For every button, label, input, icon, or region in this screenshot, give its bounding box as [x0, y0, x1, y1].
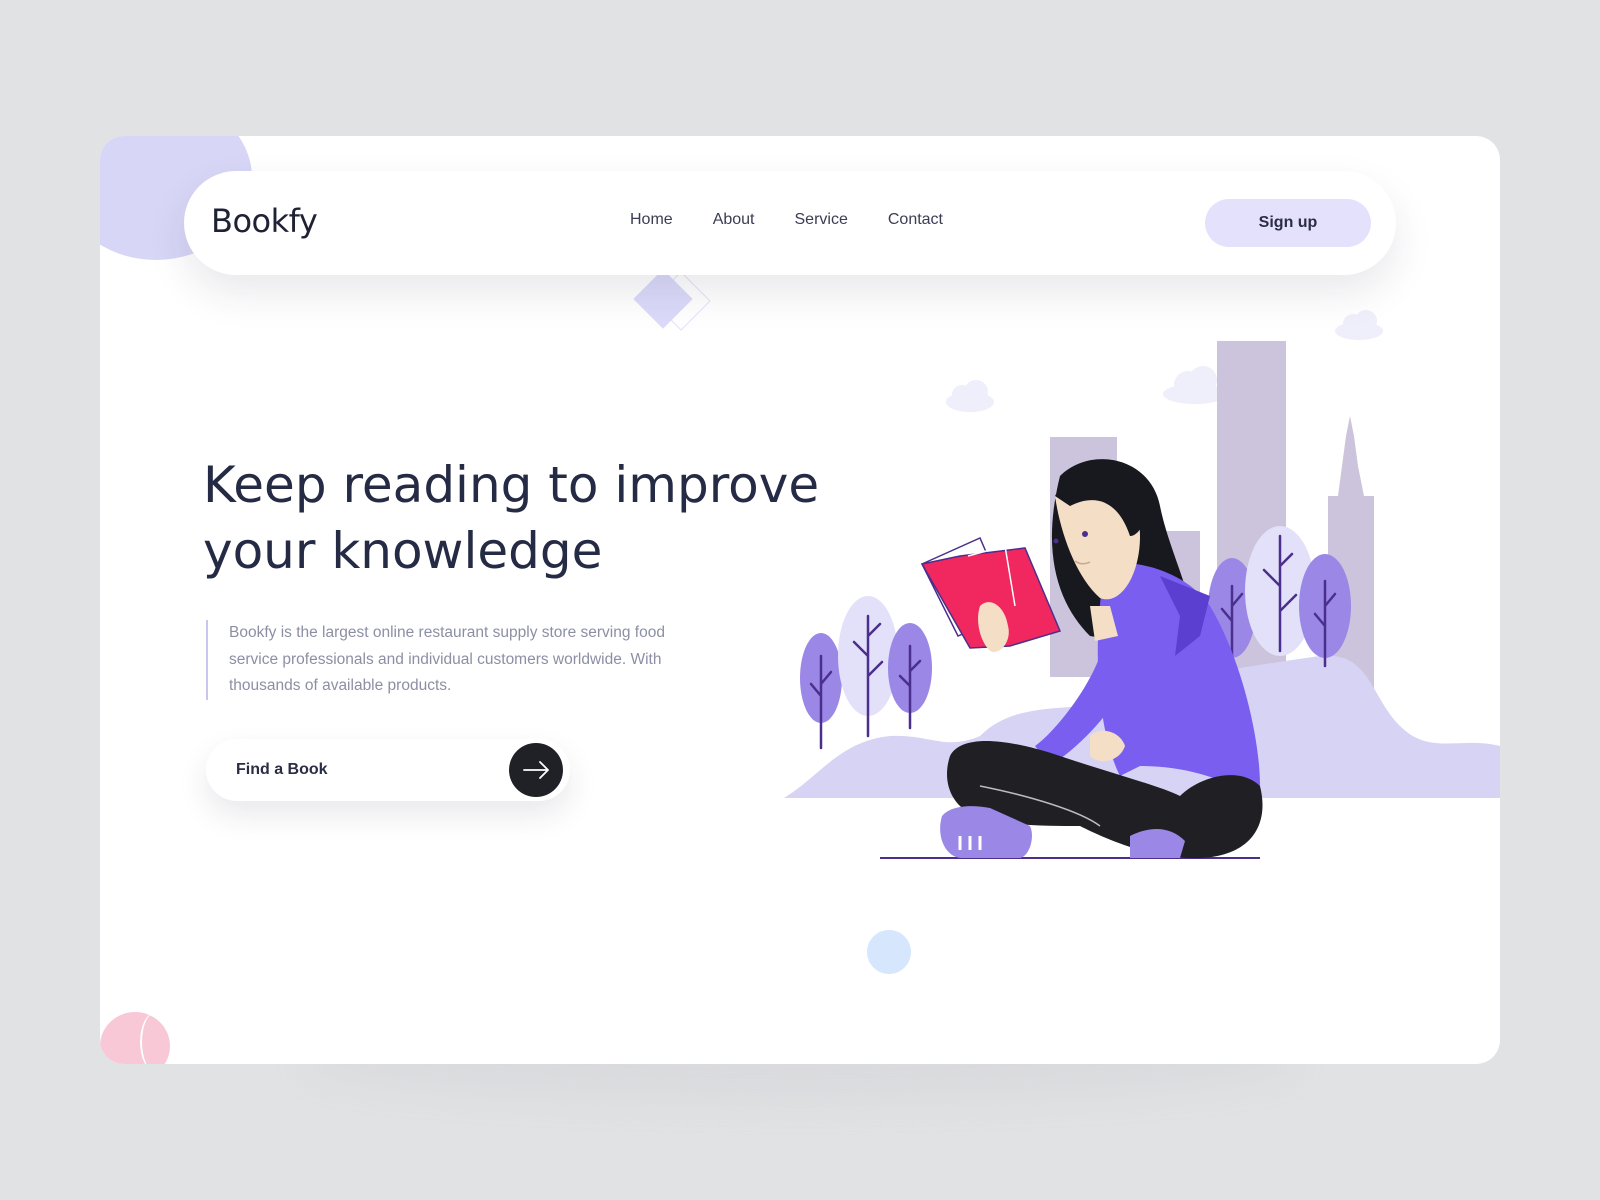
find-a-book-label: Find a Book: [236, 761, 328, 778]
top-nav-bar: Bookfy Home About Service Contact Sign u…: [184, 171, 1396, 275]
nav-item-service[interactable]: Service: [795, 211, 848, 229]
headline-line-2: your knowledge: [203, 522, 603, 580]
reading-girl-illustration: [784, 310, 1500, 859]
landing-card: Bookfy Home About Service Contact Sign u…: [100, 136, 1500, 1064]
hero-description-block: Bookfy is the largest online restaurant …: [206, 620, 699, 700]
tree-icon: [800, 596, 932, 750]
arrow-right-icon[interactable]: [509, 743, 563, 797]
nav-item-about[interactable]: About: [713, 211, 755, 229]
nav-item-contact[interactable]: Contact: [888, 211, 943, 229]
find-a-book-button[interactable]: Find a Book: [206, 739, 570, 801]
nav-menu: Home About Service Contact: [630, 211, 983, 229]
nav-item-home[interactable]: Home: [630, 211, 673, 229]
hero-headline: Keep reading to improve your knowledge: [203, 452, 843, 584]
sign-up-button[interactable]: Sign up: [1205, 199, 1371, 247]
cloud-icon: [946, 310, 1383, 412]
hero-description: Bookfy is the largest online restaurant …: [229, 624, 665, 694]
headline-line-1: Keep reading to improve: [203, 456, 820, 514]
brand-logo[interactable]: Bookfy: [211, 202, 318, 240]
